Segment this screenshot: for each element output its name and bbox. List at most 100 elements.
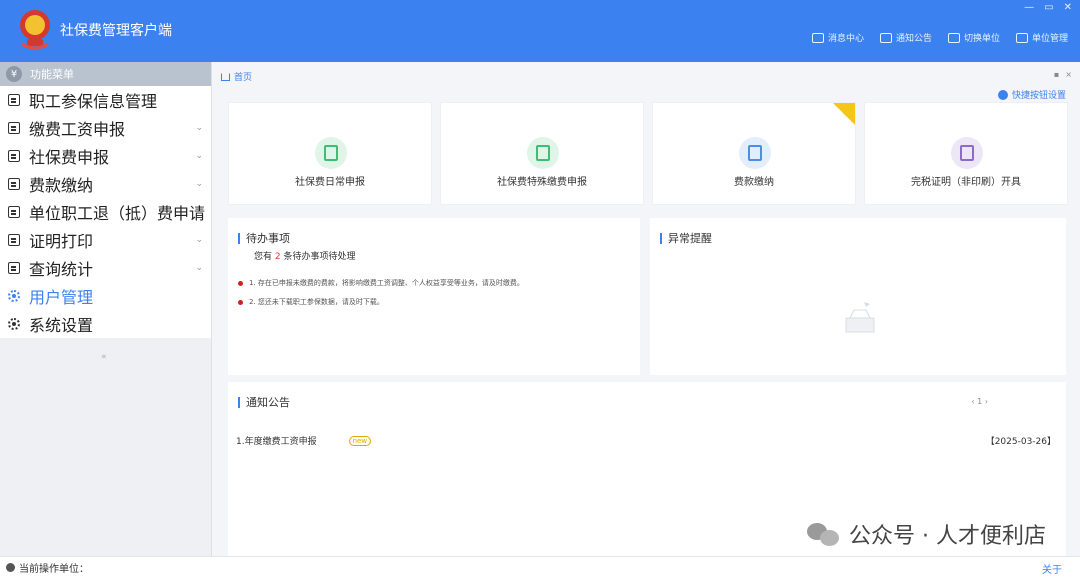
tab-controls: ▪ ×	[1054, 70, 1072, 79]
user-icon	[6, 563, 15, 572]
sidebar-item-label: 费款缴纳	[29, 176, 94, 195]
chevron-down-icon: ⌄	[195, 151, 203, 161]
close-button[interactable]: ✕	[1064, 2, 1072, 13]
sidebar-item-user-management[interactable]: 用户管理	[0, 282, 211, 310]
card-label: 社保费特殊缴费申报	[497, 177, 587, 188]
unit-management-link[interactable]: 单位管理	[1015, 31, 1068, 44]
switch-icon	[947, 32, 960, 43]
tab-close-button[interactable]: ×	[1065, 70, 1072, 79]
national-emblem-logo	[20, 10, 50, 50]
todo-item[interactable]: 1. 存在已申报未缴费的费款，将影响缴费工资调整、个人权益享受等业务，请及时缴费…	[238, 278, 524, 288]
card-tax-certificate[interactable]: 完税证明（非印刷）开具	[864, 102, 1068, 205]
minimize-button[interactable]: —	[1024, 2, 1034, 13]
menu-header-label: 功能菜单	[30, 68, 74, 81]
sidebar-item-fee-declaration[interactable]: 社保费申报 ⌄	[0, 142, 211, 170]
quick-settings-button[interactable]: 快捷按钮设置	[997, 88, 1066, 101]
card-daily-declaration[interactable]: 社保费日常申报	[228, 102, 432, 205]
bullet-dot	[238, 299, 243, 305]
chevron-down-icon: ⌄	[195, 235, 203, 245]
book-icon	[739, 137, 771, 169]
empty-box-icon	[845, 302, 875, 333]
current-unit: 当前操作单位：	[6, 560, 89, 575]
todo-panel: 待办事项 您有 2 条待办事项待处理 1. 存在已申报未缴费的费款，将影响缴费工…	[228, 218, 640, 375]
gear-icon	[997, 89, 1008, 100]
todo-item[interactable]: 2. 您还未下载职工参保数据，请及时下载。	[238, 297, 384, 307]
watermark-text: 公众号 · 人才便利店	[849, 524, 1046, 549]
menu-list: 职工参保信息管理 缴费工资申报 ⌄ 社保费申报 ⌄ 费款缴纳 ⌄ 单位职工退（抵…	[0, 86, 211, 338]
switch-unit-link[interactable]: 切换单位	[947, 31, 1000, 44]
breadcrumb[interactable]: 首页	[221, 70, 252, 83]
header-nav: 消息中心 通知公告 切换单位 单位管理	[811, 31, 1068, 44]
card-payment[interactable]: 费款缴纳	[652, 102, 856, 205]
yen-icon: ¥	[6, 66, 22, 82]
message-center-link[interactable]: 消息中心	[811, 31, 864, 44]
quick-settings-label: 快捷按钮设置	[1011, 91, 1066, 101]
todo-item-text: 1. 存在已申报未缴费的费款，将影响缴费工资调整、个人权益享受等业务，请及时缴费…	[249, 279, 524, 287]
notice-title: 通知公告	[238, 394, 290, 410]
corner-tag	[833, 103, 855, 125]
save-icon	[8, 178, 20, 190]
chevron-down-icon: ⌄	[195, 263, 203, 273]
notice-item-title: 1.年度缴费工资申报	[236, 437, 317, 447]
nav-label: 切换单位	[963, 34, 1000, 44]
quick-cards: 社保费日常申报 社保费特殊缴费申报 费款缴纳 完税证明（非印刷）开具	[228, 102, 1068, 205]
calendar-icon	[8, 150, 20, 162]
new-badge: new	[348, 435, 372, 446]
gear-icon	[8, 318, 20, 330]
sidebar-item-certificate-print[interactable]: 证明打印 ⌄	[0, 226, 211, 254]
document-icon	[527, 137, 559, 169]
notice-item[interactable]: 1.年度缴费工资申报 new 【2025-03-26】	[236, 434, 1056, 447]
watermark: 公众号 · 人才便利店	[807, 518, 1046, 550]
wechat-icon	[807, 521, 841, 547]
building-icon	[1015, 32, 1028, 43]
alerts-title-text: 异常提醒	[668, 232, 712, 245]
sidebar-item-label: 用户管理	[29, 288, 94, 307]
list-icon	[8, 94, 20, 106]
todo-item-text: 2. 您还未下载职工参保数据，请及时下载。	[249, 298, 384, 306]
notice-icon	[879, 32, 892, 43]
sidebar-item-wage-declaration[interactable]: 缴费工资申报 ⌄	[0, 114, 211, 142]
status-bar: 当前操作单位： 关于	[0, 556, 1080, 578]
gear-icon	[8, 290, 20, 302]
nav-label: 通知公告	[895, 34, 932, 44]
list-icon	[8, 206, 20, 218]
menu-header: ¥ 功能菜单	[0, 62, 211, 86]
nav-label: 单位管理	[1031, 34, 1068, 44]
window-controls: — ▭ ✕	[1024, 2, 1072, 13]
card-label: 社保费日常申报	[295, 177, 365, 188]
main-content: 首页 ▪ × 快捷按钮设置 社保费日常申报 社保费特殊缴费申报 费款缴纳 完税证…	[213, 62, 1080, 556]
collapse-sidebar-button[interactable]: «	[101, 352, 107, 362]
sidebar-item-employee-insurance[interactable]: 职工参保信息管理	[0, 86, 211, 114]
document-icon	[8, 234, 20, 246]
tab-restore-button[interactable]: ▪	[1054, 70, 1059, 79]
sidebar-item-query-stats[interactable]: 查询统计 ⌄	[0, 254, 211, 282]
app-title: 社保费管理客户端	[60, 23, 172, 39]
maximize-button[interactable]: ▭	[1044, 2, 1053, 13]
card-special-declaration[interactable]: 社保费特殊缴费申报	[440, 102, 644, 205]
todo-summary-suffix: 条待办事项待处理	[283, 252, 356, 262]
sidebar-item-label: 社保费申报	[29, 148, 110, 167]
edit-icon	[8, 122, 20, 134]
sidebar-item-label: 缴费工资申报	[29, 120, 126, 139]
card-label: 完税证明（非印刷）开具	[911, 177, 1021, 188]
todo-summary: 您有 2 条待办事项待处理	[254, 249, 356, 262]
sidebar-item-payment[interactable]: 费款缴纳 ⌄	[0, 170, 211, 198]
app-header: 社保费管理客户端 — ▭ ✕ 消息中心 通知公告 切换单位 单位管理	[0, 0, 1080, 62]
sidebar-item-system-settings[interactable]: 系统设置	[0, 310, 211, 338]
about-link[interactable]: 关于	[1042, 561, 1062, 576]
home-icon	[221, 72, 230, 81]
notice-link[interactable]: 通知公告	[879, 31, 932, 44]
sidebar-item-label: 证明打印	[29, 232, 94, 251]
notice-title-text: 通知公告	[246, 396, 290, 409]
sidebar-item-refund[interactable]: 单位职工退（抵）费申请	[0, 198, 211, 226]
bell-icon	[811, 32, 824, 43]
sidebar: ¥ 功能菜单 职工参保信息管理 缴费工资申报 ⌄ 社保费申报 ⌄ 费款缴纳 ⌄ …	[0, 62, 212, 578]
bullet-dot	[238, 280, 243, 286]
todo-title: 待办事项	[238, 230, 290, 246]
notice-pager[interactable]: ‹ 1 ›	[971, 397, 988, 406]
nav-label: 消息中心	[827, 34, 864, 44]
notice-item-date: 【2025-03-26】	[985, 437, 1056, 447]
todo-summary-prefix: 您有	[254, 252, 273, 262]
chart-icon	[8, 262, 20, 274]
sidebar-item-label: 查询统计	[29, 260, 94, 279]
